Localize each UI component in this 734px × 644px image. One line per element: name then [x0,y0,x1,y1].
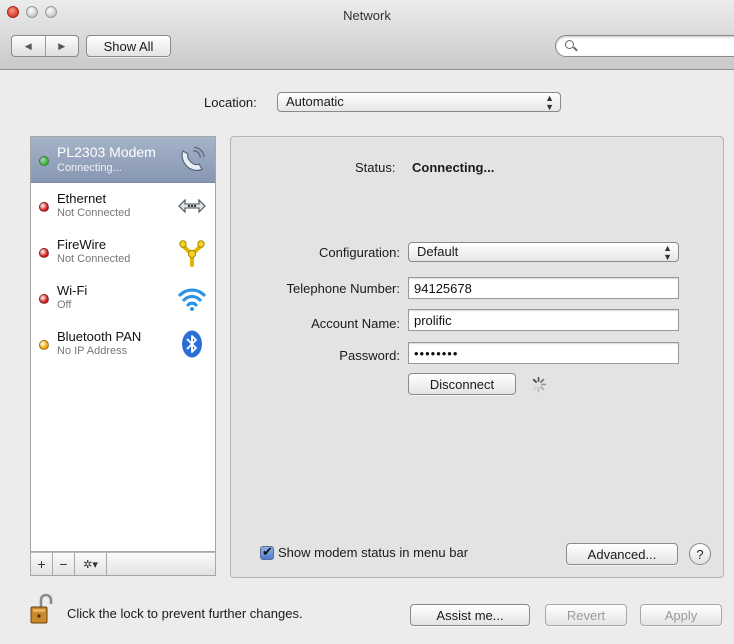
window-title: Network [343,8,391,23]
service-item-firewire[interactable]: FireWire Not Connected [31,229,215,275]
service-status: Off [57,299,72,311]
back-arrow-icon: ◀ [24,40,32,51]
location-popup[interactable]: Automatic ▲ ▼ [277,92,561,112]
status-dot [39,248,49,258]
show-modem-status-checkbox[interactable] [260,544,274,560]
telephone-number-label: Telephone Number: [286,281,400,296]
account-name-field[interactable] [408,309,679,331]
search-icon [565,40,574,49]
location-label: Location: [204,95,257,110]
disconnect-button[interactable]: Disconnect [408,373,516,395]
service-item-bluetooth-pan[interactable]: Bluetooth PAN No IP Address [31,321,215,367]
password-label: Password: [339,348,400,363]
progress-spinner-icon [530,376,547,393]
status-value: Connecting... [412,160,495,175]
service-name: Bluetooth PAN [57,329,142,344]
wifi-icon [178,288,206,311]
revert-button[interactable]: Revert [545,604,627,626]
add-service-button[interactable]: + [31,553,53,575]
status-label: Status: [355,160,396,175]
service-name: Ethernet [57,191,107,206]
bluetooth-icon [182,330,202,358]
show-modem-status-option[interactable]: Show modem status in menu bar [260,544,469,560]
service-item-ethernet[interactable]: Ethernet Not Connected [31,183,215,229]
service-status: Connecting... [57,162,122,174]
remove-service-button[interactable]: − [53,553,75,575]
back-forward-control: ◀ ▶ [11,35,79,57]
service-item-wifi[interactable]: Wi-Fi Off [31,275,215,321]
search-input[interactable] [580,38,730,54]
service-name: FireWire [57,237,107,252]
service-list-toolbar: + − ✲▾ [30,552,216,576]
popup-arrows-icon: ▲ ▼ [545,93,554,112]
password-field[interactable] [408,342,679,364]
help-button[interactable]: ? [689,543,711,565]
configuration-label: Configuration: [319,245,400,260]
assist-me-button[interactable]: Assist me... [410,604,530,626]
ethernet-arrows-icon [178,198,206,214]
status-dot [39,202,49,212]
status-dot [39,294,49,304]
status-dot [39,340,49,350]
popup-arrows-icon: ▲ ▼ [663,243,672,262]
forward-button[interactable]: ▶ [44,36,79,56]
service-list: PL2303 Modem Connecting... Ethernet Not … [30,136,216,552]
search-field[interactable] [555,35,734,57]
configuration-popup[interactable]: Default ▲ ▼ [408,242,679,262]
forward-arrow-icon: ▶ [58,40,66,51]
window-toolbar: Network ◀ ▶ Show All [0,0,734,70]
service-status: No IP Address [57,345,128,357]
service-actions-menu[interactable]: ✲▾ [75,553,107,575]
back-button[interactable]: ◀ [12,36,45,56]
account-name-label: Account Name: [311,316,400,331]
service-status: Not Connected [57,207,131,219]
show-modem-status-label: Show modem status in menu bar [278,545,469,560]
firewire-icon [179,240,205,267]
service-item-pl2303-modem[interactable]: PL2303 Modem Connecting... [31,137,215,183]
show-all-button[interactable]: Show All [86,35,171,57]
apply-button[interactable]: Apply [640,604,722,626]
advanced-button[interactable]: Advanced... [566,543,678,565]
service-name: Wi-Fi [57,283,88,298]
status-dot [39,156,49,166]
location-value: Automatic [286,94,344,109]
configuration-value: Default [417,244,459,259]
service-status: Not Connected [57,253,131,265]
service-name: PL2303 Modem [57,144,156,160]
modem-phone-icon [181,146,205,171]
telephone-number-field[interactable] [408,277,679,299]
lock-message: Click the lock to prevent further change… [67,606,303,621]
lock-icon[interactable] [28,593,58,627]
